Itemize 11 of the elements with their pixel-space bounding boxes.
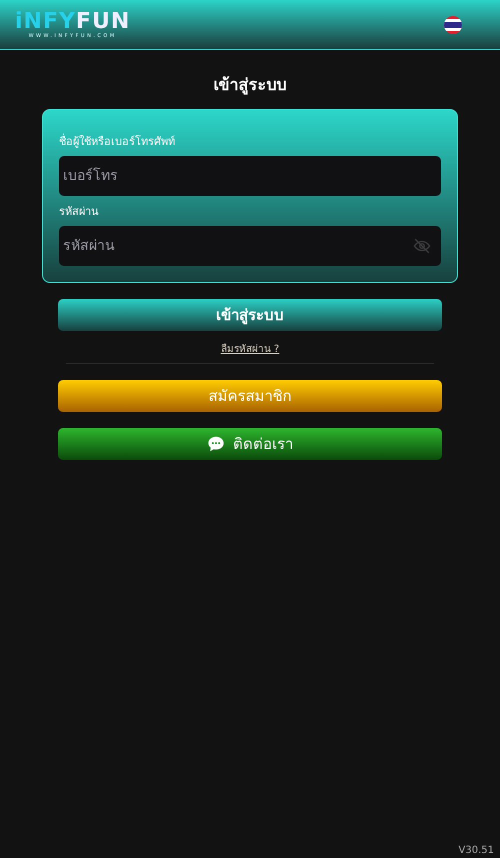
login-button[interactable]: เข้าสู่ระบบ: [58, 299, 442, 331]
contact-button[interactable]: ติดต่อเรา: [58, 428, 442, 460]
chat-bubble-icon: [207, 435, 225, 453]
flag-icon[interactable]: [444, 16, 462, 34]
version-label: V30.51: [458, 845, 494, 856]
field-label: รหัสผ่าน: [59, 204, 100, 220]
field-label: ชื่อผู้ใช้หรือเบอร์โทรศัพท์: [59, 132, 176, 150]
page-title: เข้าสู่ระบบ: [212, 74, 288, 97]
forgot-password-link[interactable]: ลืมรหัสผ่าน ?: [220, 341, 280, 356]
password-field[interactable]: รหัสผ่าน: [59, 226, 441, 266]
input-field[interactable]: เบอร์โทร: [59, 156, 441, 196]
